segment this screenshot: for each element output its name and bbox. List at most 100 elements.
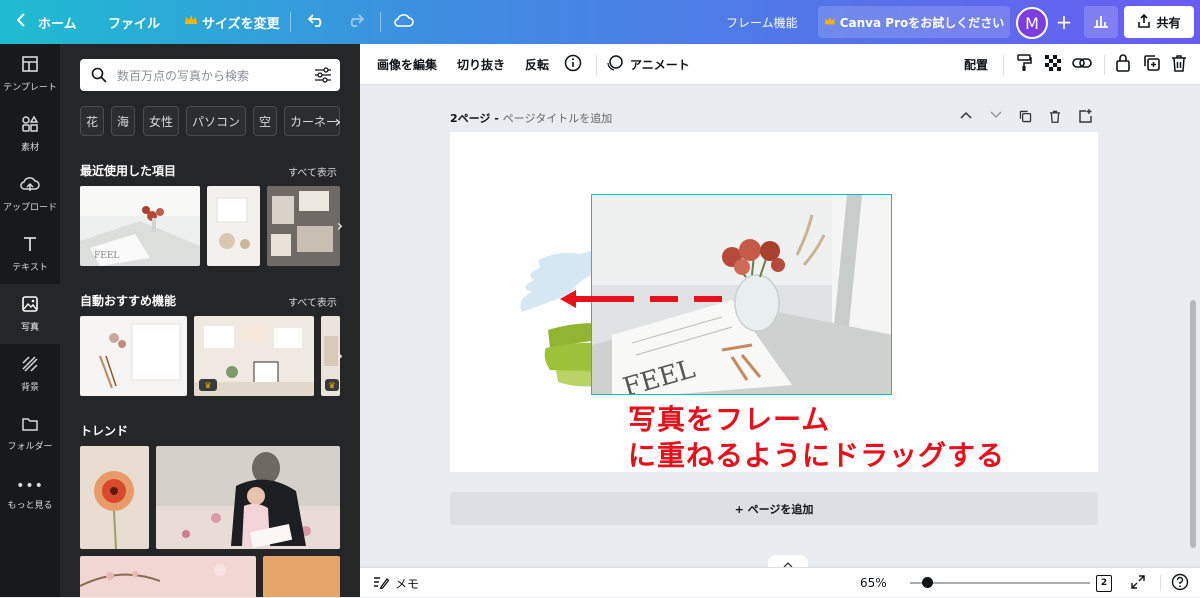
- rail-item-photos[interactable]: 写真: [0, 284, 60, 344]
- search-icon: [91, 67, 107, 87]
- rail-label: フォルダー: [7, 442, 53, 452]
- invite-plus-button[interactable]: +: [1050, 8, 1078, 36]
- rail-item-text[interactable]: テキスト: [0, 224, 60, 284]
- annotation-line-2: に重ねるようにドラッグする: [628, 439, 1006, 472]
- page-count: 2: [1096, 574, 1112, 592]
- help-button[interactable]: [1171, 568, 1189, 598]
- delete-button[interactable]: [1171, 44, 1187, 85]
- undo-icon: [307, 13, 326, 31]
- chip-flower[interactable]: 花: [80, 106, 104, 136]
- position-button[interactable]: 配置: [964, 44, 988, 85]
- page-down-button[interactable]: [990, 108, 1002, 122]
- trend-photo-3[interactable]: [80, 556, 256, 597]
- avatar[interactable]: M: [1016, 7, 1048, 39]
- duplicate-page-button[interactable]: [1019, 110, 1032, 126]
- folder-icon: [21, 416, 39, 435]
- page-number: 2ページ -: [450, 112, 503, 125]
- share-button[interactable]: 共有: [1124, 6, 1194, 38]
- trend-title: トレンド: [80, 424, 129, 438]
- rail-item-uploads[interactable]: アップロード: [0, 164, 60, 224]
- expand-arrows-icon: [1131, 574, 1145, 592]
- chip-sea[interactable]: 海: [111, 106, 135, 136]
- frame-feature-title: フレーム機能: [726, 15, 798, 30]
- trend-photo-4[interactable]: [263, 556, 340, 597]
- featured-photo-1[interactable]: [80, 316, 187, 396]
- rail-label: テキスト: [12, 263, 48, 273]
- rail-item-background[interactable]: 背景: [0, 344, 60, 404]
- notes-button[interactable]: メモ: [373, 568, 419, 598]
- chevron-right-icon: ›: [336, 215, 344, 235]
- crop-button[interactable]: 切り抜き: [457, 44, 505, 85]
- divider: [1003, 55, 1004, 75]
- recent-photo-1[interactable]: FEEL: [80, 186, 200, 266]
- copy-style-button[interactable]: [1016, 44, 1032, 85]
- trash-icon: [1049, 110, 1061, 126]
- trend-photo-1[interactable]: [80, 446, 149, 549]
- animate-button[interactable]: アニメート: [606, 44, 690, 85]
- annotation-line-1: 写真をフレーム: [628, 403, 831, 436]
- trend-photo-2[interactable]: [156, 446, 340, 549]
- chip-sky[interactable]: 空: [253, 106, 277, 136]
- page-title[interactable]: 2ページ - ページタイトルを追加: [450, 110, 612, 126]
- fullscreen-button[interactable]: [1131, 568, 1145, 598]
- instruction-annotation: 写真をフレーム に重ねるようにドラッグする: [628, 402, 1005, 474]
- text-icon: [22, 235, 38, 256]
- transparency-button[interactable]: [1045, 44, 1061, 85]
- home-button[interactable]: ホーム: [16, 0, 77, 44]
- link-button[interactable]: [1072, 44, 1092, 85]
- workspace-scrollbar[interactable]: [1190, 300, 1196, 548]
- flip-button[interactable]: 反転: [525, 44, 549, 85]
- resize-button[interactable]: サイズを変更: [184, 0, 280, 44]
- bottom-bar: メモ 65% 2: [360, 567, 1200, 597]
- add-page-button[interactable]: + ページを追加: [450, 492, 1098, 525]
- zoom-percent[interactable]: 65%: [860, 568, 887, 598]
- page-title-placeholder: ページタイトルを追加: [502, 112, 613, 125]
- undo-button[interactable]: [307, 0, 326, 44]
- premium-crown-badge: ♛: [325, 379, 339, 391]
- recent-photo-2[interactable]: [207, 186, 260, 266]
- duplicate-button[interactable]: [1143, 44, 1161, 85]
- delete-page-button[interactable]: [1049, 110, 1061, 126]
- background-icon: [21, 355, 39, 376]
- search-placeholder: 数百万点の写真から検索: [117, 69, 250, 83]
- insights-button[interactable]: [1084, 6, 1118, 38]
- featured-see-all-link[interactable]: すべて表示: [288, 294, 337, 309]
- file-menu[interactable]: ファイル: [108, 0, 160, 44]
- chevron-up-icon: [960, 108, 972, 122]
- page-up-button[interactable]: [960, 108, 972, 122]
- rail-item-elements[interactable]: 素材: [0, 104, 60, 164]
- add-page-icon-button[interactable]: [1079, 109, 1092, 126]
- chip-scroll-right[interactable]: ›: [328, 108, 348, 134]
- featured-scroll-right[interactable]: ›: [330, 342, 350, 368]
- featured-photo-2[interactable]: ♛: [194, 316, 314, 396]
- rail-item-more[interactable]: ••• もっと見る: [0, 464, 60, 524]
- rail-item-templates[interactable]: テンプレート: [0, 44, 60, 104]
- lock-button[interactable]: [1115, 44, 1131, 85]
- zoom-slider[interactable]: [910, 582, 1090, 584]
- zoom-slider-handle[interactable]: [922, 577, 933, 588]
- rail-label: アップロード: [2, 203, 57, 213]
- rail-item-folders[interactable]: フォルダー: [0, 404, 60, 464]
- rail-label: 写真: [20, 323, 39, 333]
- edit-image-button[interactable]: 画像を編集: [377, 44, 437, 85]
- photo-search-box[interactable]: 数百万点の写真から検索: [80, 59, 340, 91]
- top-bar: ホーム ファイル サイズを変更 フレーム機能 Canva Proをお試しください…: [0, 0, 1200, 44]
- info-button[interactable]: [564, 44, 582, 85]
- filter-sliders-icon[interactable]: [314, 67, 332, 87]
- rail-label: 背景: [20, 383, 39, 393]
- canva-pro-trial-button[interactable]: Canva Proをお試しください: [818, 6, 1010, 38]
- page-count-button[interactable]: 2: [1096, 568, 1112, 598]
- chevron-right-icon: ›: [334, 111, 342, 131]
- chip-pc[interactable]: パソコン: [186, 106, 246, 136]
- redo-button[interactable]: [346, 0, 365, 44]
- paint-roller-icon: [1016, 54, 1032, 75]
- divider: [1104, 55, 1105, 75]
- bar-chart-icon: [1093, 13, 1109, 32]
- chip-woman[interactable]: 女性: [143, 106, 179, 136]
- featured-title: 自動おすすめ機能: [80, 294, 177, 308]
- recent-see-all-link[interactable]: すべて表示: [288, 164, 337, 179]
- side-rail: テンプレート 素材 アップロード テキスト 写真 背景 フォルダー ••• もっ…: [0, 44, 60, 597]
- save-status-button[interactable]: [394, 0, 414, 44]
- recent-scroll-right[interactable]: ›: [330, 212, 350, 238]
- link-icon: [1072, 56, 1092, 73]
